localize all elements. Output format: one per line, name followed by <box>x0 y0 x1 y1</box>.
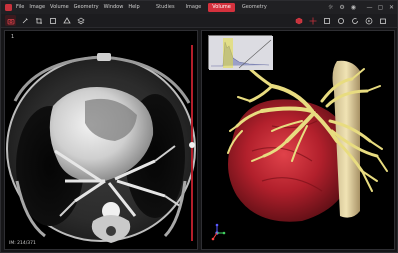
shape-icon <box>62 16 71 23</box>
app-logo-icon <box>5 4 12 11</box>
camera-view-icon <box>337 17 344 24</box>
user-icon[interactable]: ◉ <box>351 1 356 14</box>
ct-slice-viewport[interactable]: 1 IM: 214/371 <box>4 30 198 250</box>
orientation-axis-icon[interactable] <box>210 223 226 241</box>
histogram-chart <box>209 36 273 70</box>
minimize-button[interactable]: — <box>364 1 375 14</box>
layers-button[interactable] <box>75 15 86 26</box>
toolbar-right <box>293 15 391 26</box>
tab-geometry[interactable]: Geometry <box>238 3 271 12</box>
cut-plane-button[interactable] <box>321 15 332 26</box>
volume-render-button[interactable] <box>293 15 304 26</box>
close-button[interactable]: ✕ <box>386 1 397 14</box>
rotate-icon <box>49 17 56 24</box>
title-bar: File Image Volume Geometry Window Help S… <box>1 1 397 14</box>
screenshot-button[interactable] <box>5 15 16 26</box>
play-button[interactable] <box>363 15 374 26</box>
mode-tabs: Studies Image Volume Geometry <box>152 3 274 12</box>
camera-icon <box>7 18 14 24</box>
cube-icon <box>295 17 302 24</box>
menu-image[interactable]: Image <box>29 1 45 14</box>
tab-studies[interactable]: Studies <box>152 3 179 12</box>
menu-volume[interactable]: Volume <box>50 1 69 14</box>
transfer-function-panel[interactable] <box>208 35 273 70</box>
brush-icon <box>22 17 28 23</box>
slice-index-label: 1 <box>11 34 15 40</box>
refresh-icon <box>351 17 358 24</box>
camera-view-button[interactable] <box>335 15 346 26</box>
play-icon <box>365 17 372 24</box>
slice-slider-thumb[interactable] <box>189 142 195 148</box>
rotate-tool-button[interactable] <box>47 15 58 26</box>
crop-icon <box>35 17 42 24</box>
settings-icon[interactable]: ⚙ <box>339 1 344 14</box>
brush-tool-button[interactable] <box>19 15 30 26</box>
menu-help[interactable]: Help <box>128 1 139 14</box>
notifications-icon[interactable]: ☼ <box>328 1 333 14</box>
crop-tool-button[interactable] <box>33 15 44 26</box>
tab-image[interactable]: Image <box>182 3 206 12</box>
menu-window[interactable]: Window <box>104 1 124 14</box>
box-icon <box>323 17 330 24</box>
maximize-button[interactable]: ▢ <box>375 1 386 14</box>
slice-info-label: IM: 214/371 <box>9 241 36 246</box>
shape-tool-button[interactable] <box>61 15 72 26</box>
slice-slider[interactable] <box>189 45 195 241</box>
snapshot-button[interactable] <box>377 15 388 26</box>
layers-icon <box>76 17 85 24</box>
volume-render-viewport[interactable] <box>201 30 395 250</box>
tab-volume[interactable]: Volume <box>208 3 235 12</box>
crosshair-button[interactable] <box>307 15 318 26</box>
reset-view-button[interactable] <box>349 15 360 26</box>
ct-slice-image <box>6 53 196 243</box>
menu-file[interactable]: File <box>16 1 24 14</box>
app-window: File Image Volume Geometry Window Help S… <box>0 0 398 253</box>
toolbar <box>1 14 397 28</box>
toolbar-left <box>5 15 89 26</box>
menu-bar: File Image Volume Geometry Window Help <box>16 1 145 14</box>
snapshot-icon <box>379 18 386 24</box>
menu-geometry[interactable]: Geometry <box>74 1 99 14</box>
title-right-controls: ☼ ⚙ ◉ — ▢ ✕ <box>322 1 397 14</box>
crosshair-icon <box>309 17 316 24</box>
